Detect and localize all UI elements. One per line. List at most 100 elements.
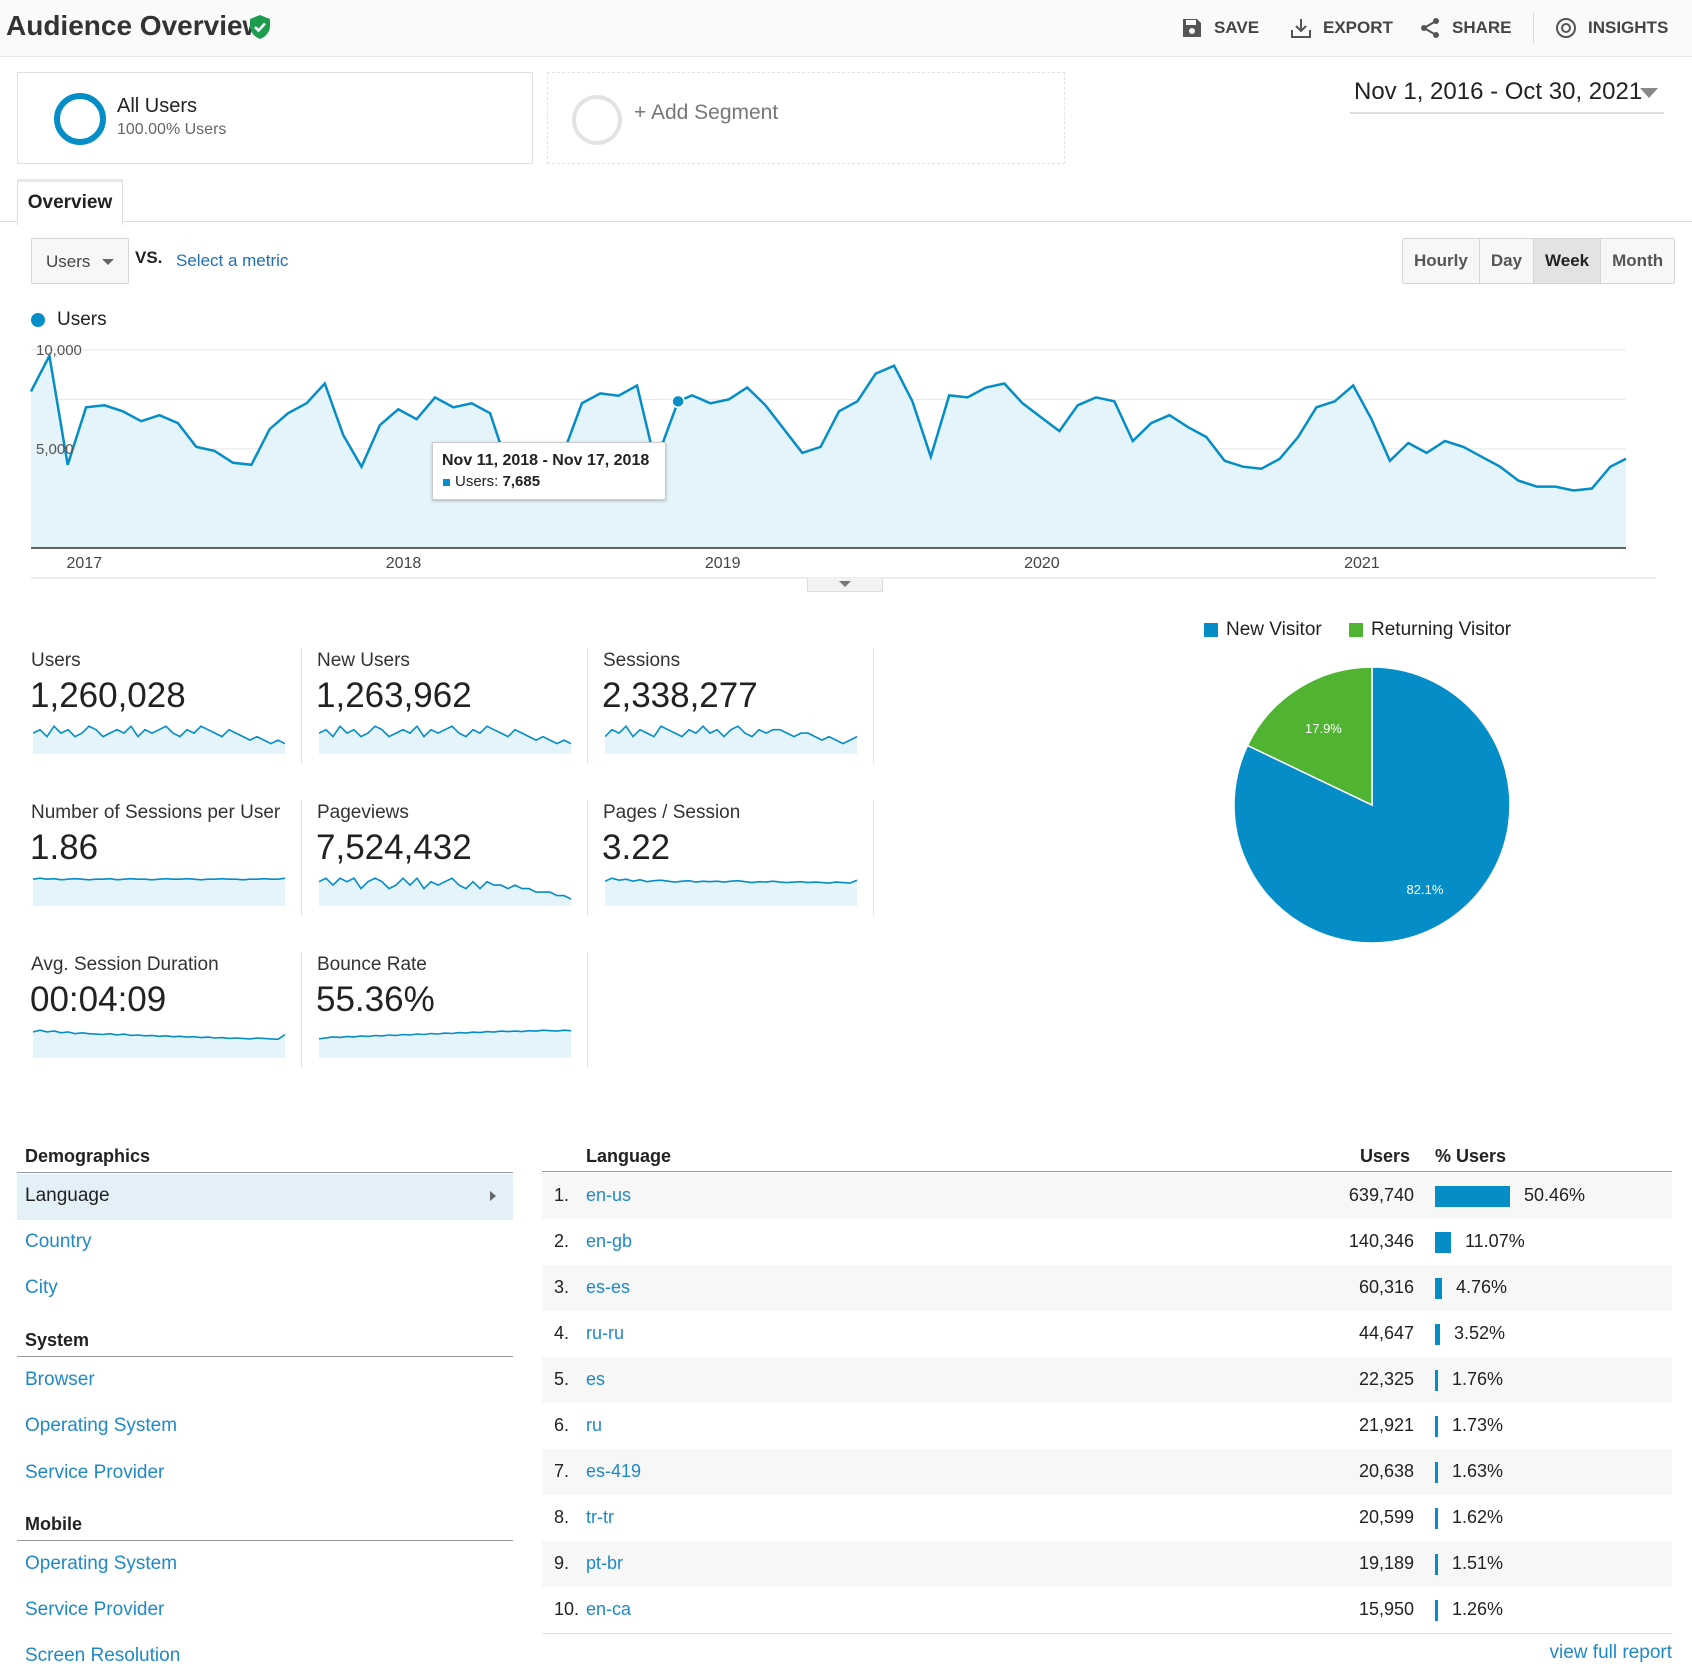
metric-dropdown[interactable]: Users [31, 238, 129, 284]
segment-name: All Users [117, 95, 198, 117]
collapse-chart-button[interactable] [807, 578, 883, 592]
pie-legend-returning[interactable]: Returning Visitor [1349, 619, 1511, 641]
row-language-link[interactable]: en-gb [586, 1231, 632, 1252]
kpi-value: 55.36% [316, 980, 435, 1019]
row-language-link[interactable]: tr-tr [586, 1507, 614, 1528]
kpi-pages-per-session[interactable]: Pages / Session 3.22 [589, 802, 871, 918]
select-metric-link[interactable]: Select a metric [176, 251, 288, 271]
table-row: 4. ru-ru 44,647 3.52% [542, 1311, 1672, 1357]
row-pct-bar [1435, 1324, 1440, 1345]
header-divider [1533, 12, 1534, 44]
granularity-day[interactable]: Day [1479, 239, 1535, 283]
add-segment-label: + Add Segment [634, 101, 779, 124]
demographics-header: Demographics [25, 1146, 151, 1166]
row-rank: 7. [554, 1461, 570, 1481]
row-pct-bar [1435, 1416, 1438, 1437]
granularity-hourly[interactable]: Hourly [1403, 239, 1480, 283]
hovered-data-point[interactable] [671, 394, 685, 409]
system-provider-link[interactable]: Service Provider [25, 1462, 164, 1484]
kpi-value: 00:04:09 [30, 980, 167, 1019]
pie-legend-new[interactable]: New Visitor [1204, 619, 1322, 641]
row-rank: 5. [554, 1369, 570, 1389]
save-button[interactable]: SAVE [1180, 14, 1259, 42]
mobile-resolution-link[interactable]: Screen Resolution [25, 1645, 180, 1667]
pie-slice-label: 82.1% [1407, 882, 1444, 897]
row-pct: 11.07% [1465, 1231, 1525, 1251]
granularity-week[interactable]: Week [1534, 239, 1602, 283]
date-range-text: Nov 1, 2016 - Oct 30, 2021 [1354, 78, 1643, 105]
kpi-pageviews[interactable]: Pageviews 7,524,432 [303, 802, 585, 918]
export-button[interactable]: EXPORT [1289, 14, 1393, 42]
row-language-link[interactable]: en-ca [586, 1599, 631, 1620]
sparkline-line [33, 877, 285, 881]
kpi-sessions-per-user[interactable]: Number of Sessions per User 1.86 [17, 802, 299, 918]
tooltip-value-row: Users: 7,685 [455, 473, 540, 490]
kpi-value: 1,260,028 [30, 676, 186, 715]
tab-overview[interactable]: Overview [17, 179, 123, 225]
demographics-language-item[interactable]: Language [17, 1174, 513, 1220]
tooltip-value: 7,685 [502, 473, 541, 490]
pie-legend-returning-label: Returning Visitor [1371, 619, 1512, 640]
export-label: EXPORT [1323, 18, 1393, 37]
row-pct-bar [1435, 1508, 1438, 1529]
table-row: 6. ru 21,921 1.73% [542, 1403, 1672, 1449]
chevron-down-icon [1640, 88, 1658, 98]
mobile-os-link[interactable]: Operating System [25, 1553, 177, 1575]
visitor-pie-chart[interactable]: 82.1% 17.9% [1222, 655, 1522, 955]
page-header: Audience Overview SAVE EXPORT SHARE INSI… [0, 0, 1692, 57]
kpi-divider [587, 648, 588, 764]
save-icon [1183, 19, 1201, 37]
kpi-label: Sessions [603, 650, 681, 671]
row-language-link[interactable]: es-es [586, 1277, 630, 1298]
segment-all-users[interactable]: All Users 100.00% Users [17, 72, 533, 164]
row-pct-bar [1435, 1554, 1438, 1575]
users-legend-dot [31, 313, 45, 327]
table-row: 7. es-419 20,638 1.63% [542, 1449, 1672, 1495]
system-browser-link[interactable]: Browser [25, 1369, 95, 1391]
row-pct: 1.63% [1452, 1461, 1504, 1481]
users-line-chart[interactable]: 10,000 5,000 2017 2018 2019 2020 2021 [0, 330, 1692, 580]
row-language-link[interactable]: pt-br [586, 1553, 623, 1574]
demographics-country-link[interactable]: Country [25, 1231, 92, 1253]
kpi-value: 2,338,277 [602, 676, 758, 715]
share-button[interactable]: SHARE [1418, 14, 1512, 42]
table-header-divider [542, 1171, 1672, 1172]
row-users: 22,325 [1358, 1369, 1414, 1389]
row-users: 44,647 [1358, 1323, 1414, 1343]
mobile-header: Mobile [25, 1514, 82, 1534]
row-language-link[interactable]: es [586, 1369, 605, 1390]
kpi-value: 3.22 [602, 828, 671, 867]
date-range-picker[interactable]: Nov 1, 2016 - Oct 30, 2021 [1350, 76, 1664, 114]
row-language-link[interactable]: en-us [586, 1185, 631, 1206]
mobile-provider-link[interactable]: Service Provider [25, 1599, 164, 1621]
row-language-link[interactable]: ru [586, 1415, 602, 1436]
row-language-link[interactable]: ru-ru [586, 1323, 624, 1344]
view-full-report-link[interactable]: view full report [1550, 1642, 1673, 1664]
row-language-link[interactable]: es-419 [586, 1461, 641, 1482]
share-label: SHARE [1452, 18, 1512, 37]
chevron-down-icon [839, 581, 851, 587]
page-title: Audience Overview [6, 10, 265, 41]
demographics-city-link[interactable]: City [25, 1277, 58, 1299]
kpi-sessions[interactable]: Sessions 2,338,277 [589, 650, 871, 766]
row-pct-bar [1435, 1600, 1438, 1621]
insights-button[interactable]: INSIGHTS [1554, 14, 1668, 42]
kpi-sparkline [33, 724, 285, 754]
x-tick-label: 2020 [1024, 555, 1060, 572]
kpi-divider [873, 648, 874, 764]
system-os-link[interactable]: Operating System [25, 1415, 177, 1437]
kpi-new-users[interactable]: New Users 1,263,962 [303, 650, 585, 766]
add-segment-button[interactable]: + Add Segment [547, 72, 1065, 164]
granularity-month[interactable]: Month [1601, 239, 1675, 283]
kpi-sparkline [605, 877, 857, 906]
kpi-avg-session-duration[interactable]: Avg. Session Duration 00:04:09 [17, 954, 299, 1070]
table-row: 9. pt-br 19,189 1.51% [542, 1541, 1672, 1587]
col-header-users: Users [1360, 1146, 1411, 1166]
vs-label: VS. [135, 248, 163, 267]
row-rank: 6. [554, 1415, 570, 1435]
table-row: 1. en-us 639,740 50.46% [542, 1173, 1672, 1219]
row-rank: 1. [554, 1185, 570, 1205]
row-pct: 1.62% [1452, 1507, 1504, 1527]
kpi-users[interactable]: Users 1,260,028 [17, 650, 299, 766]
kpi-bounce-rate[interactable]: Bounce Rate 55.36% [303, 954, 585, 1070]
